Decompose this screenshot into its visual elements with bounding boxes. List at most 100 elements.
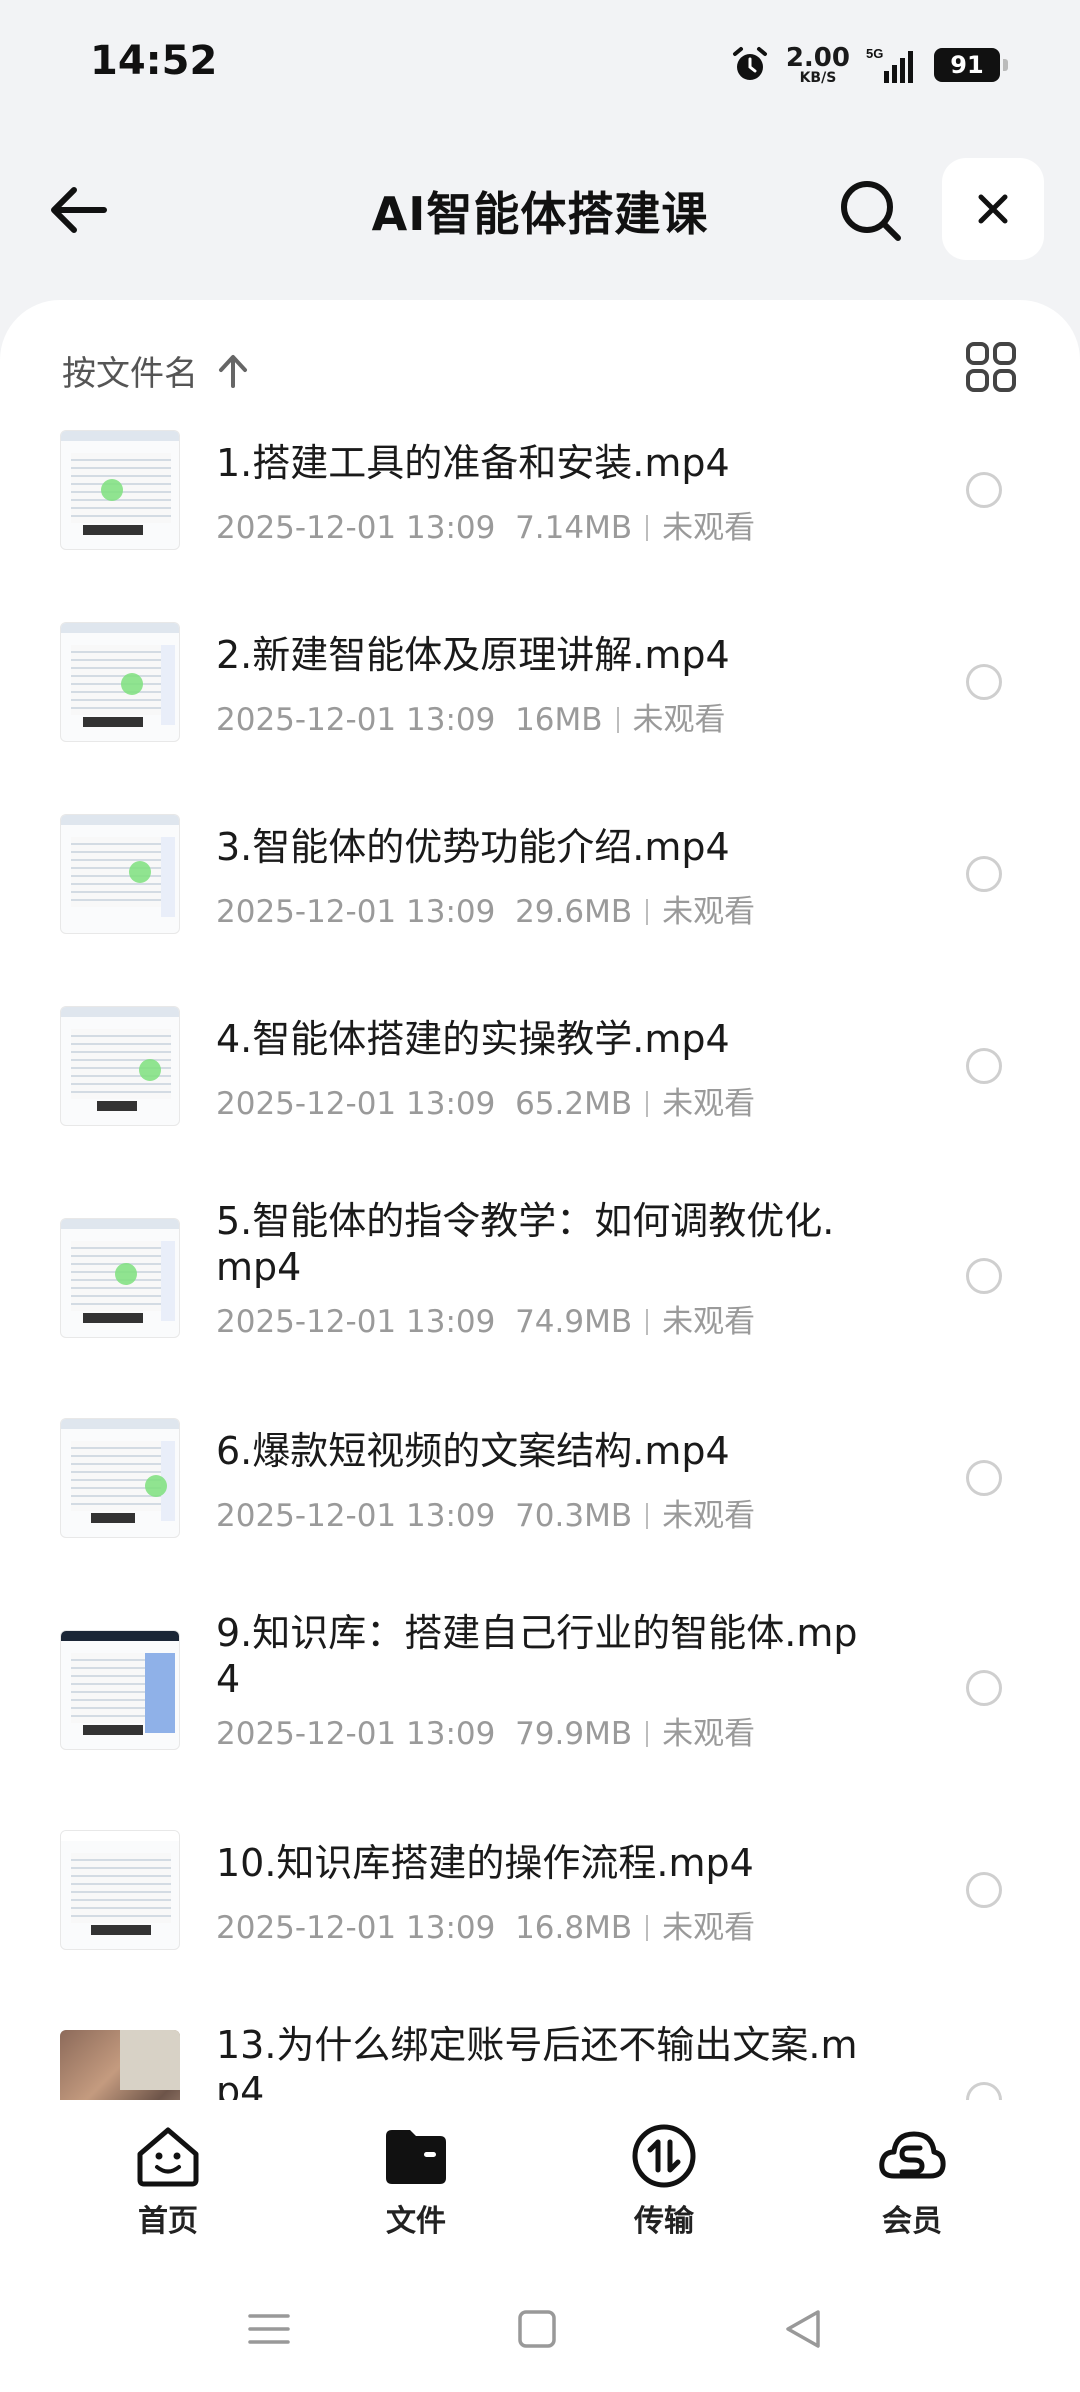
file-item[interactable]: 10.知识库搭建的操作流程.mp4 2025-12-01 13:09 16.8M…	[0, 1830, 1080, 2022]
header: AI智能体搭建课	[0, 150, 1080, 270]
file-size: 70.3MB	[515, 1498, 633, 1534]
file-date: 2025-12-01 13:09	[216, 1498, 496, 1534]
file-name: 5.智能体的指令教学：如何调教优化.mp4	[216, 1199, 835, 1289]
select-radio[interactable]	[966, 1048, 1002, 1084]
file-meta: 2025-12-01 13:09 74.9MB 未观看	[216, 1296, 755, 1341]
grid-view-icon[interactable]	[964, 340, 1018, 394]
nav-vip[interactable]: 会员	[837, 2120, 987, 2240]
home-face-icon	[137, 2127, 199, 2187]
file-meta: 2025-12-01 13:09 70.3MB 未观看	[216, 1490, 755, 1535]
file-size: 74.9MB	[515, 1304, 633, 1340]
signal-5g-icon: 5G	[866, 46, 913, 83]
page-title: AI智能体搭建课	[371, 187, 709, 241]
watch-status: 未观看	[662, 894, 756, 930]
file-item[interactable]: 4.智能体搭建的实操教学.mp4 2025-12-01 13:09 65.2MB…	[0, 1006, 1080, 1198]
file-name: 9.知识库：搭建自己行业的智能体.mp4	[216, 1611, 858, 1701]
file-date: 2025-12-01 13:09	[216, 894, 496, 930]
file-meta: 2025-12-01 13:09 16MB 未观看	[216, 694, 726, 739]
video-thumbnail	[60, 1006, 180, 1126]
alarm-icon	[732, 47, 767, 80]
nav-files[interactable]: 文件	[341, 2120, 491, 2240]
watch-status: 未观看	[662, 1498, 756, 1534]
select-radio[interactable]	[966, 1670, 1002, 1706]
status-time: 14:52	[90, 38, 218, 84]
file-name: 6.爆款短视频的文案结构.mp4	[216, 1429, 730, 1473]
file-item[interactable]: 1.搭建工具的准备和安装.mp4 2025-12-01 13:09 7.14MB…	[0, 430, 1080, 622]
select-radio[interactable]	[966, 2082, 1002, 2100]
watch-status: 未观看	[632, 702, 726, 738]
file-size: 29.6MB	[515, 894, 633, 930]
network-speed: 2.00 KB/S	[786, 45, 850, 85]
svg-text:5G: 5G	[866, 46, 883, 61]
file-date: 2025-12-01 13:09	[216, 702, 496, 738]
folder-icon	[386, 2130, 446, 2184]
file-item[interactable]: 9.知识库：搭建自己行业的智能体.mp4 2025-12-01 13:09 79…	[0, 1610, 1080, 1830]
nav-home[interactable]: 首页	[93, 2120, 243, 2240]
nav-label: 会员	[882, 2204, 942, 2239]
file-meta: 2025-12-01 13:09 7.14MB 未观看	[216, 502, 755, 547]
file-size: 16MB	[515, 702, 603, 738]
battery-indicator: 91	[934, 48, 1008, 82]
network-speed-unit: KB/S	[799, 70, 837, 86]
file-item[interactable]: 6.爆款短视频的文案结构.mp4 2025-12-01 13:09 70.3MB…	[0, 1418, 1080, 1610]
select-radio[interactable]	[966, 664, 1002, 700]
status-bar: 14:52 2.00 KB/S 5G 91	[0, 0, 1080, 130]
search-icon[interactable]	[836, 176, 906, 246]
select-radio[interactable]	[966, 856, 1002, 892]
file-date: 2025-12-01 13:09	[216, 1716, 496, 1752]
file-panel: 按文件名 1.搭建工具的准备和安装.mp4 2025-12-01 13:09 7…	[0, 300, 1080, 2100]
network-speed-value: 2.00	[785, 43, 850, 73]
home-square-icon[interactable]	[512, 2304, 562, 2354]
video-thumbnail	[60, 1630, 180, 1750]
file-date: 2025-12-01 13:09	[216, 510, 496, 546]
status-icons: 2.00 KB/S 5G 91	[730, 40, 1008, 90]
file-date: 2025-12-01 13:09	[216, 1304, 496, 1340]
nav-transfer[interactable]: 传输	[589, 2120, 739, 2240]
back-triangle-icon[interactable]	[778, 2304, 828, 2354]
video-thumbnail	[60, 1830, 180, 1950]
file-size: 79.9MB	[515, 1716, 633, 1752]
video-thumbnail	[60, 2030, 180, 2100]
arrow-up-icon	[219, 354, 247, 388]
close-icon	[978, 194, 1008, 224]
file-item[interactable]: 2.新建智能体及原理讲解.mp4 2025-12-01 13:09 16MB 未观…	[0, 622, 1080, 814]
sort-toggle[interactable]: 按文件名	[62, 346, 250, 395]
vip-cloud-icon	[879, 2131, 946, 2179]
nav-label: 首页	[138, 2204, 198, 2239]
file-name: 13.为什么绑定账号后还不输出文案.mp4	[216, 2023, 858, 2100]
file-name: 3.智能体的优势功能介绍.mp4	[216, 825, 730, 869]
transfer-icon	[632, 2124, 696, 2188]
file-name: 1.搭建工具的准备和安装.mp4	[216, 441, 730, 485]
screen: 14:52 2.00 KB/S 5G 91 AI智能体搭建课 按文件名 1.搭建…	[0, 0, 1080, 2392]
file-size: 65.2MB	[515, 1086, 633, 1122]
file-size: 7.14MB	[515, 510, 633, 546]
file-meta: 2025-12-01 13:09 65.2MB 未观看	[216, 1078, 755, 1123]
watch-status: 未观看	[662, 1716, 756, 1752]
watch-status: 未观看	[662, 1304, 756, 1340]
video-thumbnail	[60, 430, 180, 550]
file-meta: 2025-12-01 13:09 79.9MB 未观看	[216, 1708, 755, 1753]
close-button[interactable]	[942, 158, 1044, 260]
file-item[interactable]: 5.智能体的指令教学：如何调教优化.mp4 2025-12-01 13:09 7…	[0, 1198, 1080, 1418]
menu-icon[interactable]	[244, 2304, 294, 2354]
select-radio[interactable]	[966, 1872, 1002, 1908]
bottom-nav: 首页 文件 传输 会员	[0, 2100, 1080, 2270]
video-thumbnail	[60, 1418, 180, 1538]
file-item[interactable]: 3.智能体的优势功能介绍.mp4 2025-12-01 13:09 29.6MB…	[0, 814, 1080, 1006]
nav-label: 传输	[634, 2204, 694, 2239]
watch-status: 未观看	[662, 1910, 756, 1946]
select-radio[interactable]	[966, 1258, 1002, 1294]
file-item[interactable]: 13.为什么绑定账号后还不输出文案.mp4	[0, 2022, 1080, 2100]
watch-status: 未观看	[662, 510, 756, 546]
file-name: 10.知识库搭建的操作流程.mp4	[216, 1841, 754, 1885]
video-thumbnail	[60, 1218, 180, 1338]
select-radio[interactable]	[966, 472, 1002, 508]
select-radio[interactable]	[966, 1460, 1002, 1496]
file-meta: 2025-12-01 13:09 16.8MB 未观看	[216, 1902, 755, 1947]
file-date: 2025-12-01 13:09	[216, 1086, 496, 1122]
video-thumbnail	[60, 622, 180, 742]
file-date: 2025-12-01 13:09	[216, 1910, 496, 1946]
file-name: 2.新建智能体及原理讲解.mp4	[216, 633, 730, 677]
nav-label: 文件	[386, 2204, 446, 2239]
sort-label: 按文件名	[62, 354, 198, 394]
